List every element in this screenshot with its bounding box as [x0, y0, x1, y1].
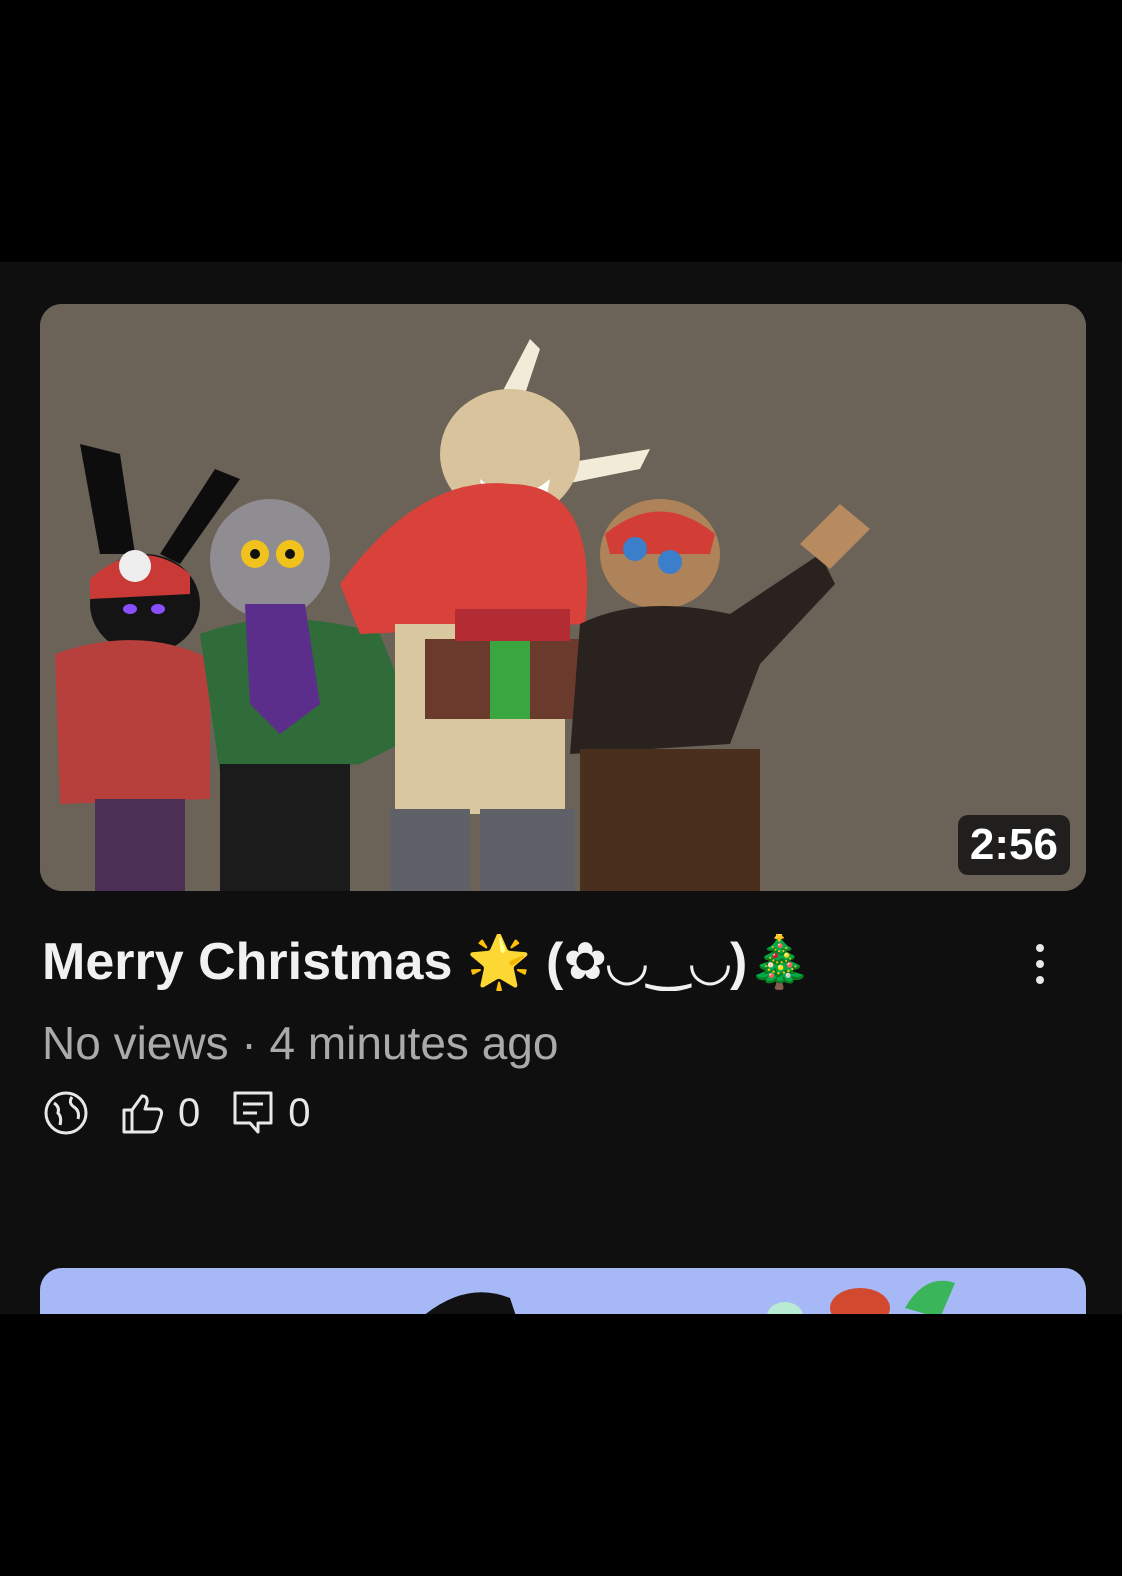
globe-icon — [44, 1091, 88, 1135]
thumbs-up-icon — [122, 1094, 164, 1134]
duration-badge: 2:56 — [957, 815, 1070, 875]
comments-count: 0 — [288, 1090, 311, 1135]
comments-stat: 0 — [232, 1090, 311, 1136]
next-video-thumbnail[interactable] — [40, 1268, 1086, 1314]
video-list: 2:56 Merry Christmas 🌟 (✿◡‿◡)🎄 No views … — [0, 262, 1122, 1314]
video-stats: 0 0 — [42, 1088, 311, 1138]
letterbox-bottom — [0, 1314, 1122, 1576]
visibility-public — [42, 1089, 90, 1137]
video-title[interactable]: Merry Christmas 🌟 (✿◡‿◡)🎄 — [42, 934, 942, 991]
more-vertical-icon[interactable] — [1020, 934, 1060, 994]
letterbox-top — [0, 0, 1122, 262]
thumbnail-artwork — [40, 304, 1086, 891]
video-thumbnail[interactable]: 2:56 — [40, 304, 1086, 891]
likes-stat: 0 — [120, 1090, 200, 1136]
video-meta: No views · 4 minutes ago — [42, 1017, 559, 1069]
next-thumbnail-artwork — [425, 1280, 955, 1314]
likes-count: 0 — [178, 1090, 201, 1135]
comment-icon — [233, 1091, 273, 1134]
